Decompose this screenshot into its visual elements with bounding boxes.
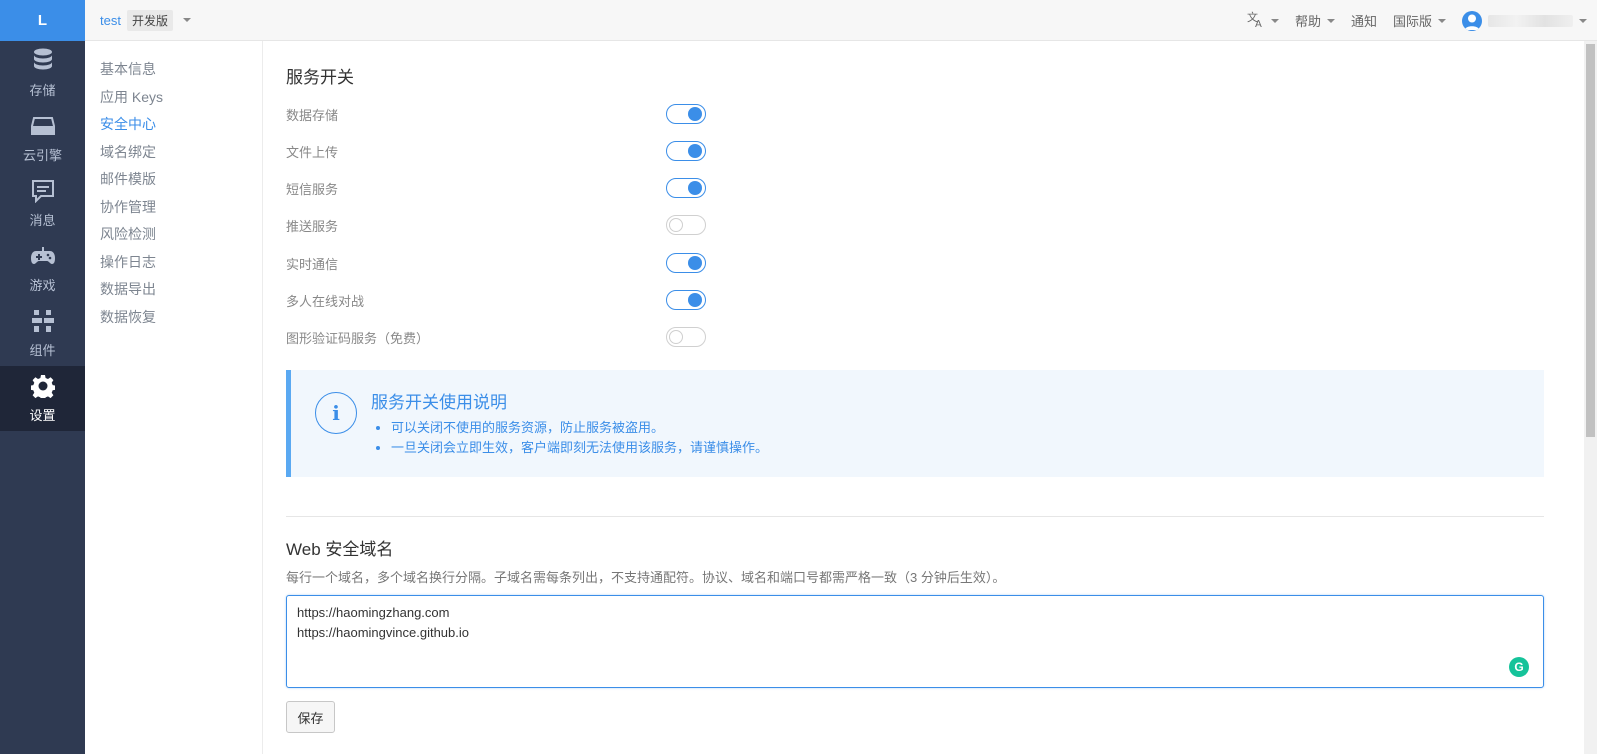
main-content: 服务开关 数据存储 文件上传 短信服务 推送服务 实时通信 多人在线对战 图形验…: [264, 41, 1584, 754]
app-switch-chevron-icon[interactable]: [182, 18, 191, 22]
service-label: 实时通信: [286, 256, 339, 272]
info-list: 可以关闭不使用的服务资源，防止服务被盗用。 一旦关闭会立即生效，客户端即刻无法使…: [391, 418, 768, 458]
service-row: 短信服务: [286, 176, 706, 200]
info-bullet: 一旦关闭会立即生效，客户端即刻无法使用该服务，请谨慎操作。: [391, 438, 768, 458]
service-row: 数据存储: [286, 102, 706, 126]
app-name[interactable]: test: [100, 13, 121, 28]
user-menu[interactable]: [1462, 10, 1587, 31]
service-row: 多人在线对战: [286, 288, 706, 312]
nav-item-components[interactable]: 组件: [0, 301, 85, 366]
subnav-item-collaboration[interactable]: 协作管理: [85, 194, 262, 222]
scrollbar-thumb[interactable]: [1586, 44, 1595, 437]
nav-label: 设置: [29, 408, 56, 423]
toggle-knob: [669, 218, 683, 232]
region-menu[interactable]: 国际版: [1393, 11, 1446, 30]
info-bullet: 可以关闭不使用的服务资源，防止服务被盗用。: [391, 418, 768, 438]
subnav-item-operation-logs[interactable]: 操作日志: [85, 249, 262, 277]
toggle-multiplayer[interactable]: [666, 290, 706, 310]
translate-icon: 文A: [1247, 10, 1265, 31]
services-title: 服务开关: [286, 68, 354, 87]
toggle-realtime[interactable]: [666, 253, 706, 273]
toggle-data-storage[interactable]: [666, 104, 706, 124]
help-menu[interactable]: 帮助: [1295, 11, 1335, 30]
app-logo[interactable]: L: [0, 0, 85, 41]
service-label: 图形验证码服务（免费）: [286, 330, 430, 346]
message-icon: [30, 178, 56, 204]
toggle-knob: [688, 181, 702, 195]
service-row: 文件上传: [286, 139, 706, 163]
gear-icon: [30, 373, 56, 399]
info-icon: i: [315, 392, 357, 434]
server-icon: [30, 113, 56, 139]
services-info-box: i 服务开关使用说明 可以关闭不使用的服务资源，防止服务被盗用。 一旦关闭会立即…: [286, 370, 1544, 477]
subnav-item-risk-detection[interactable]: 风险检测: [85, 221, 262, 249]
chevron-down-icon: [1270, 18, 1279, 23]
notifications-link[interactable]: 通知: [1351, 11, 1377, 30]
toggle-knob: [688, 293, 702, 307]
subnav-item-domain-binding[interactable]: 域名绑定: [85, 139, 262, 167]
settings-subnav: 基本信息 应用 Keys 安全中心 域名绑定 邮件模版 协作管理 风险检测 操作…: [85, 41, 263, 754]
toggle-knob: [688, 256, 702, 270]
grammarly-icon[interactable]: G: [1509, 657, 1529, 677]
chevron-down-icon: [1326, 18, 1335, 23]
page-scrollbar[interactable]: [1584, 41, 1597, 754]
service-label: 文件上传: [286, 144, 339, 160]
web-domains-description: 每行一个域名，多个域名换行分隔。子域名需每条列出，不支持通配符。协议、域名和端口…: [286, 570, 1006, 585]
toggle-file-upload[interactable]: [666, 141, 706, 161]
nav-item-messages[interactable]: 消息: [0, 171, 85, 236]
top-right-menu: 文A 帮助 通知 国际版: [1231, 0, 1587, 41]
nav-item-games[interactable]: 游戏: [0, 236, 85, 301]
toggle-knob: [688, 144, 702, 158]
section-divider: [286, 516, 1544, 517]
service-label: 数据存储: [286, 107, 339, 123]
nav-item-cloud-engine[interactable]: 云引擎: [0, 106, 85, 171]
nav-item-settings[interactable]: 设置: [0, 366, 85, 431]
nav-label: 消息: [29, 213, 56, 228]
region-label: 国际版: [1392, 14, 1432, 29]
nav-label: 存储: [29, 83, 56, 98]
top-bar: test 开发版 文A 帮助 通知 国际版: [85, 0, 1597, 41]
service-label: 多人在线对战: [286, 293, 365, 309]
components-icon: [30, 308, 56, 334]
subnav-item-email-templates[interactable]: 邮件模版: [85, 166, 262, 194]
env-badge: 开发版: [126, 9, 173, 31]
left-nav: L 存储 云引擎 消息 游戏 组件 设置: [0, 0, 85, 754]
subnav-item-security[interactable]: 安全中心: [85, 111, 262, 139]
nav-label: 云引擎: [22, 148, 62, 163]
toggle-knob: [688, 107, 702, 121]
nav-label: 组件: [29, 343, 56, 358]
toggle-knob: [669, 330, 683, 344]
subnav-item-app-keys[interactable]: 应用 Keys: [85, 84, 262, 112]
toggle-push[interactable]: [666, 215, 706, 235]
service-row: 图形验证码服务（免费）: [286, 325, 706, 349]
nav-item-storage[interactable]: 存储: [0, 41, 85, 106]
svg-text:A: A: [1255, 19, 1262, 28]
web-domains-title: Web 安全域名: [286, 540, 394, 559]
nav-label: 游戏: [29, 278, 56, 293]
toggle-captcha[interactable]: [666, 327, 706, 347]
service-label: 推送服务: [286, 218, 339, 234]
language-switch[interactable]: 文A: [1247, 10, 1279, 31]
service-row: 推送服务: [286, 213, 706, 237]
subnav-item-data-recovery[interactable]: 数据恢复: [85, 304, 262, 332]
avatar: [1462, 10, 1482, 31]
info-title: 服务开关使用说明: [371, 393, 507, 412]
toggle-sms[interactable]: [666, 178, 706, 198]
username-redacted: [1488, 14, 1573, 27]
database-icon: [30, 48, 56, 74]
service-row: 实时通信: [286, 251, 706, 275]
save-button[interactable]: 保存: [286, 701, 335, 733]
service-label: 短信服务: [286, 181, 339, 197]
gamepad-icon: [30, 243, 56, 269]
chevron-down-icon: [1579, 18, 1587, 23]
subnav-item-data-export[interactable]: 数据导出: [85, 276, 262, 304]
subnav-item-basic-info[interactable]: 基本信息: [85, 56, 262, 84]
web-domains-textarea[interactable]: https://haomingzhang.com https://haoming…: [286, 595, 1544, 688]
chevron-down-icon: [1438, 18, 1446, 23]
help-label: 帮助: [1294, 14, 1321, 29]
